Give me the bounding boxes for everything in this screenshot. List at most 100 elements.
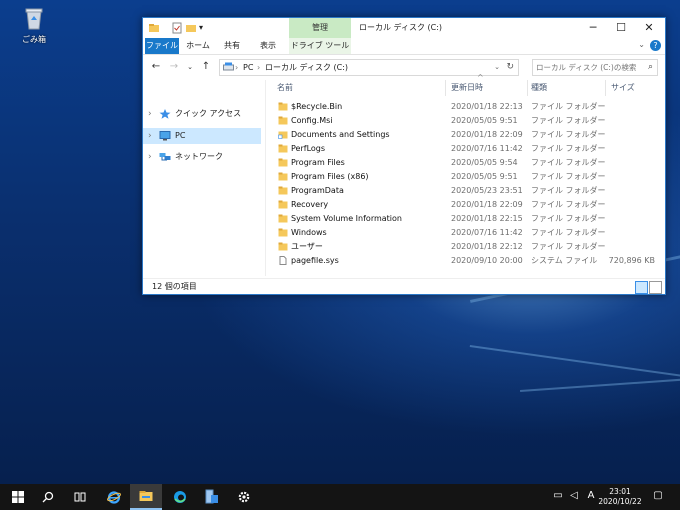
search-input[interactable] <box>536 61 636 73</box>
folder-icon <box>278 186 288 195</box>
column-header-type[interactable]: 種類 <box>531 80 606 96</box>
nav-item-label: PC <box>175 131 186 140</box>
action-center-icon[interactable]: ▢ <box>652 490 664 502</box>
file-name: System Volume Information <box>291 214 402 223</box>
nav-item-network[interactable]: › ネットワーク <box>143 149 261 165</box>
file-explorer-taskbar-button[interactable] <box>130 484 162 510</box>
settings-button[interactable] <box>228 484 260 510</box>
file-name: Documents and Settings <box>291 130 390 139</box>
internet-explorer-button[interactable] <box>98 484 130 510</box>
nav-item-pc[interactable]: › PC <box>143 128 261 144</box>
start-button[interactable] <box>2 484 34 510</box>
tab-share[interactable]: 共有 <box>219 38 245 54</box>
table-row[interactable]: Documents and Settings 2020/01/18 22:09 ファ… <box>267 128 665 142</box>
breadcrumb-separator: › <box>257 63 261 72</box>
column-header-name[interactable]: 名前 <box>277 80 446 96</box>
table-row[interactable]: ユーザー 2020/01/18 22:12 ファイル フォルダー <box>267 240 665 254</box>
tab-view[interactable]: 表示 <box>253 38 283 54</box>
volume-muted-icon[interactable]: ◁ <box>568 490 580 502</box>
file-type: ファイル フォルダー <box>531 242 606 251</box>
address-bar[interactable]: › PC › ローカル ディスク (C:) ⌄ ↻ <box>219 59 519 76</box>
folder-icon <box>278 214 288 223</box>
manage-context-tab[interactable]: 管理 <box>289 18 351 38</box>
table-row[interactable]: System Volume Information 2020/01/18 22:1… <box>267 212 665 226</box>
table-row[interactable]: pagefile.sys 2020/09/10 20:00 システム ファイル 720… <box>267 254 665 268</box>
start-icon <box>12 491 24 503</box>
server-manager-icon <box>205 489 218 504</box>
table-row[interactable]: Windows 2020/07/16 11:42 ファイル フォルダー <box>267 226 665 240</box>
task-view-button[interactable] <box>64 484 96 510</box>
file-date: 2020/01/18 22:09 <box>451 200 523 209</box>
file-type: ファイル フォルダー <box>531 172 606 181</box>
new-folder-icon[interactable] <box>185 22 197 34</box>
nav-item-label: クイック アクセス <box>175 109 242 118</box>
refresh-icon[interactable]: ↻ <box>506 60 514 75</box>
breadcrumb-separator: › <box>235 63 239 72</box>
expand-arrow-icon[interactable]: › <box>148 106 152 122</box>
expand-arrow-icon[interactable]: › <box>148 149 152 165</box>
table-row[interactable]: ProgramData 2020/05/23 23:51 ファイル フォルダー <box>267 184 665 198</box>
table-row[interactable]: Program Files (x86) 2020/05/05 9:51 ファイル フ… <box>267 170 665 184</box>
tab-drive-tools[interactable]: ドライブ ツール <box>289 38 351 54</box>
file-name: Config.Msi <box>291 116 333 125</box>
tab-home[interactable]: ホーム <box>183 38 213 54</box>
file-type: ファイル フォルダー <box>531 186 606 195</box>
breadcrumb-local-disk[interactable]: ローカル ディスク (C:) <box>265 60 348 75</box>
folder-icon <box>278 242 288 251</box>
folder-shortcut-icon <box>278 131 288 139</box>
edge-button[interactable] <box>164 484 196 510</box>
folder-icon <box>278 116 288 125</box>
wallpaper-beam <box>469 345 680 384</box>
ime-indicator[interactable]: A <box>585 490 597 502</box>
file-explorer-window[interactable]: ▾ 管理 ローカル ディスク (C:) ─ ☐ ✕ ファイル ホーム 共有 表示… <box>142 17 666 295</box>
network-tray-icon[interactable]: ▭ <box>552 490 564 502</box>
file-name: PerfLogs <box>291 144 326 153</box>
file-type: ファイル フォルダー <box>531 228 606 237</box>
file-name: Program Files (x86) <box>291 172 369 181</box>
breadcrumb-pc[interactable]: PC <box>243 60 253 75</box>
server-manager-button[interactable] <box>196 484 228 510</box>
search-box[interactable]: ⌕ <box>532 59 658 76</box>
large-icons-view-button[interactable] <box>649 281 662 294</box>
table-row[interactable]: Program Files 2020/05/05 9:54 ファイル フォルダー <box>267 156 665 170</box>
navigation-pane: › クイック アクセス › PC › ネットワーク <box>143 80 266 276</box>
close-button[interactable]: ✕ <box>635 18 663 38</box>
address-dropdown-icon[interactable]: ⌄ <box>494 60 500 75</box>
table-row[interactable]: $Recycle.Bin 2020/01/18 22:13 ファイル フォルダー <box>267 100 665 114</box>
column-header-size[interactable]: サイズ <box>611 80 659 96</box>
table-row[interactable]: PerfLogs 2020/07/16 11:42 ファイル フォルダー <box>267 142 665 156</box>
recycle-bin-shortcut[interactable]: ごみ箱 <box>16 6 52 45</box>
clock[interactable]: 23:01 2020/10/22 <box>598 487 642 507</box>
back-button[interactable]: ← <box>149 60 163 74</box>
file-type: ファイル フォルダー <box>531 130 606 139</box>
expand-ribbon-icon[interactable]: ⌄ <box>638 40 645 49</box>
table-row[interactable]: Recovery 2020/01/18 22:09 ファイル フォルダー <box>267 198 665 212</box>
up-button[interactable]: ↑ <box>199 60 213 74</box>
forward-button[interactable]: → <box>167 60 181 74</box>
recent-locations-button[interactable]: ⌄ <box>183 60 197 74</box>
title-bar[interactable]: ▾ 管理 ローカル ディスク (C:) ─ ☐ ✕ <box>143 18 665 38</box>
minimize-button[interactable]: ─ <box>579 18 607 38</box>
tab-file[interactable]: ファイル <box>145 38 179 54</box>
expand-arrow-icon[interactable]: › <box>148 128 152 144</box>
nav-item-quick-access[interactable]: › クイック アクセス <box>143 106 261 122</box>
file-name: $Recycle.Bin <box>291 102 343 111</box>
file-type: ファイル フォルダー <box>531 102 606 111</box>
file-date: 2020/05/05 9:54 <box>451 158 518 167</box>
details-view-button[interactable] <box>635 281 648 294</box>
recycle-bin-label: ごみ箱 <box>22 35 46 44</box>
help-button[interactable]: ? <box>650 40 661 51</box>
column-header-date[interactable]: 更新日時 <box>451 80 528 96</box>
task-view-icon <box>74 492 86 502</box>
file-date: 2020/05/05 9:51 <box>451 116 518 125</box>
search-button[interactable] <box>32 484 64 510</box>
maximize-button[interactable]: ☐ <box>607 18 635 38</box>
table-row[interactable]: Config.Msi 2020/05/05 9:51 ファイル フォルダー <box>267 114 665 128</box>
file-date: 2020/05/05 9:51 <box>451 172 518 181</box>
ie-icon <box>107 491 121 504</box>
search-icon[interactable]: ⌕ <box>648 60 653 75</box>
file-type: ファイル フォルダー <box>531 116 606 125</box>
wallpaper-beam <box>520 376 680 392</box>
quick-access-dropdown-icon[interactable]: ▾ <box>199 22 211 34</box>
properties-icon[interactable] <box>171 22 183 34</box>
